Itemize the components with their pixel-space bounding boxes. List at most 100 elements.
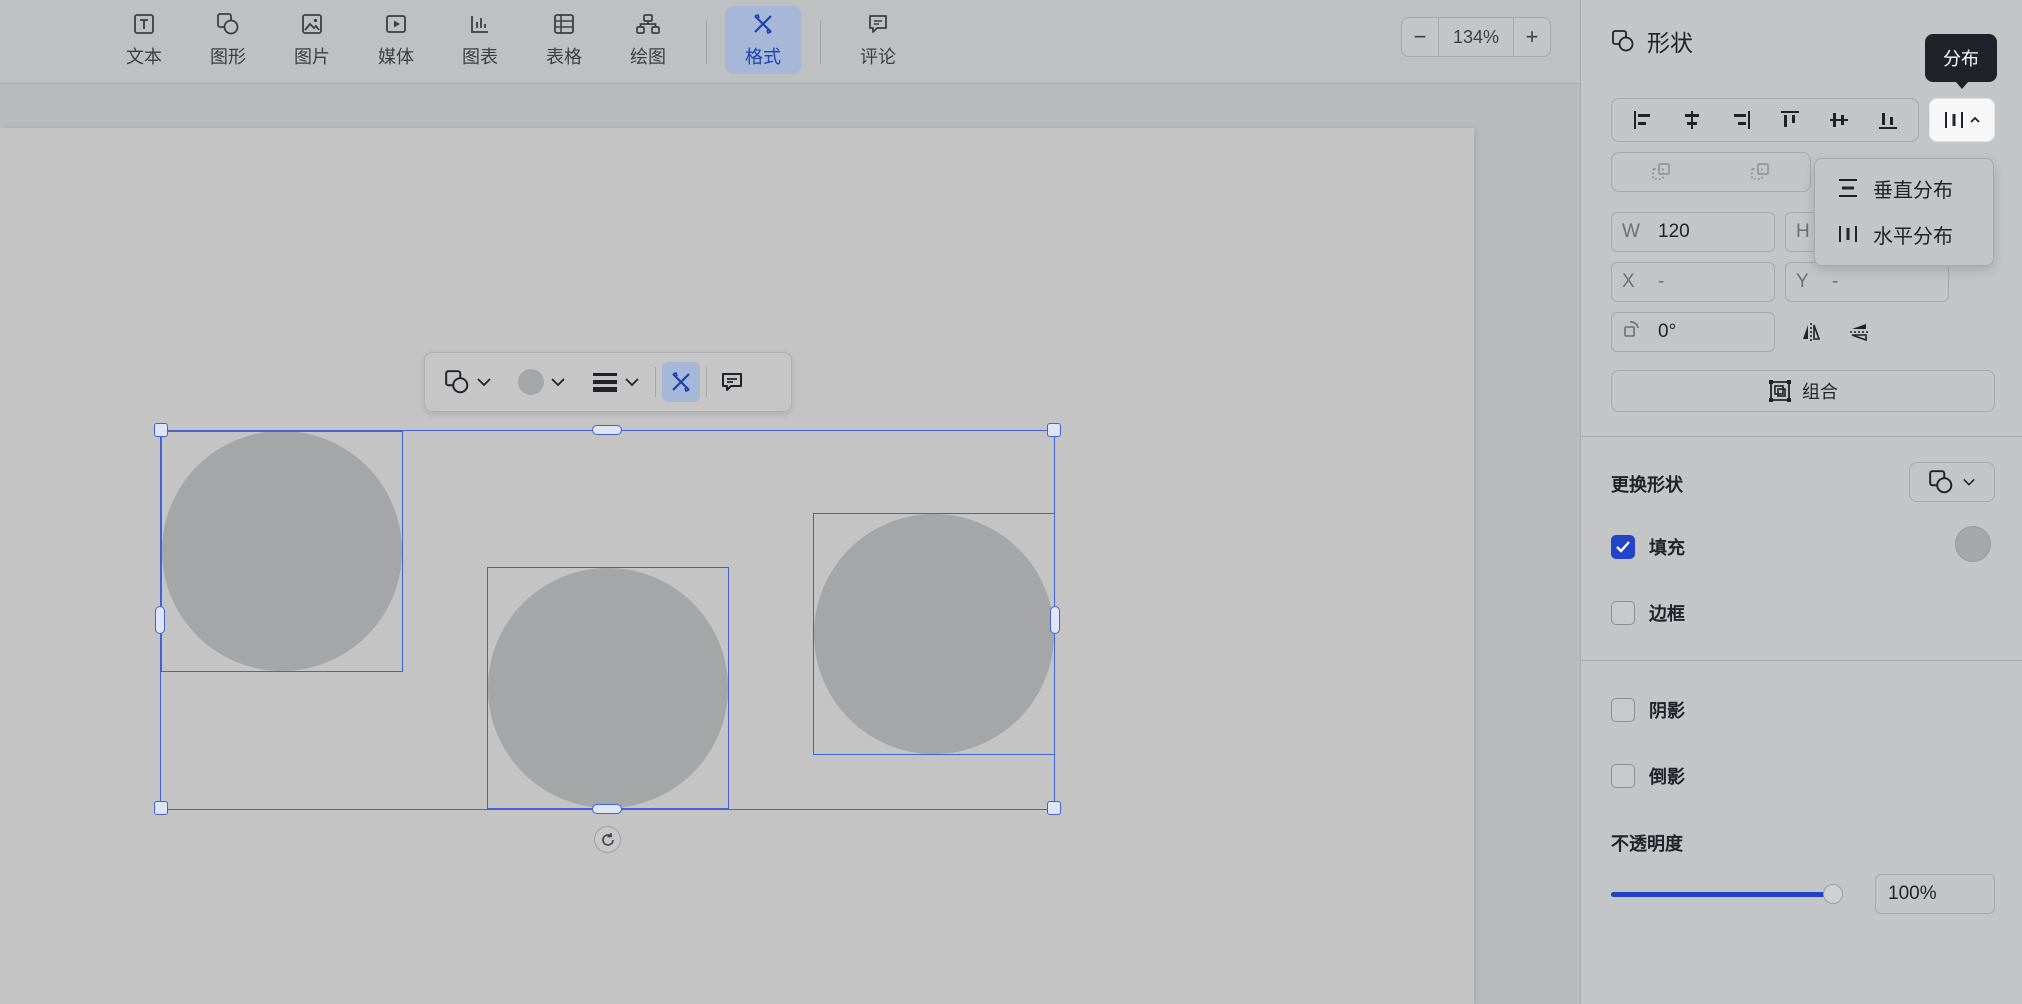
toolbar-divider [820, 20, 821, 64]
zoom-out-button[interactable]: − [1402, 18, 1438, 56]
toolbar-item-comment[interactable]: 评论 [840, 6, 916, 74]
chart-icon [467, 11, 493, 37]
distribute-horizontal-icon [1839, 226, 1857, 242]
fill-label: 填充 [1649, 538, 1685, 558]
minus-icon: − [1413, 24, 1427, 49]
rotate-icon [601, 832, 614, 846]
reflection-checkbox[interactable] [1611, 764, 1635, 788]
align-right-button[interactable] [1721, 102, 1761, 138]
comment-icon [865, 11, 891, 37]
opacity-input[interactable]: 100% [1875, 874, 1995, 914]
resize-handle-bottom-left[interactable] [154, 801, 168, 815]
toolbar-item-text[interactable]: 文本 [106, 6, 182, 74]
comment-icon [722, 373, 742, 391]
fill-row: 填充 [1611, 534, 1685, 560]
change-shape-dropdown[interactable] [1909, 462, 1995, 502]
align-bottom-button[interactable] [1868, 102, 1908, 138]
y-field[interactable]: Y - [1785, 262, 1949, 302]
comment-button[interactable] [713, 362, 751, 402]
align-left-button[interactable] [1623, 102, 1663, 138]
media-icon [383, 11, 409, 37]
zoom-level[interactable]: 134% [1438, 18, 1514, 56]
panel-header: 形状 [1611, 24, 1693, 58]
top-toolbar: 文本 图形 图片 媒体 图表 表格 绘图 格式 评论 − 134% + [0, 0, 1580, 84]
toolbar-item-label: 文本 [126, 47, 162, 67]
resize-handle-top-right[interactable] [1047, 423, 1061, 437]
align-toolbar [1611, 98, 1919, 142]
fill-color-dropdown[interactable] [509, 362, 575, 402]
resize-handle-left[interactable] [155, 606, 165, 634]
shape-type-dropdown[interactable] [435, 362, 501, 402]
group-button[interactable]: 组合 [1611, 370, 1995, 412]
align-center-horizontal-icon [1684, 111, 1699, 129]
resize-handle-top[interactable] [592, 425, 622, 435]
text-icon [131, 11, 157, 37]
resize-handle-top-left[interactable] [154, 423, 168, 437]
menu-item-vertical-distribute[interactable]: 垂直分布 [1823, 165, 1985, 211]
line-style-dropdown[interactable] [583, 362, 649, 402]
toolbar-item-label: 图片 [294, 47, 330, 67]
width-label: W [1622, 221, 1640, 242]
align-center-vertical-icon [1829, 113, 1848, 127]
section-divider [1581, 436, 2022, 437]
menu-item-horizontal-distribute[interactable]: 水平分布 [1823, 211, 1985, 257]
resize-handle-bottom[interactable] [592, 804, 622, 814]
align-center-h-button[interactable] [1672, 102, 1712, 138]
width-field[interactable]: W 120 [1611, 212, 1775, 252]
image-icon [299, 11, 325, 37]
toolbar-item-diagram[interactable]: 绘图 [610, 6, 686, 74]
chevron-down-icon [1963, 478, 1975, 486]
align-left-icon [1633, 111, 1650, 129]
rotate-handle[interactable] [594, 826, 621, 853]
opacity-slider-fill [1611, 892, 1833, 897]
shape-icon [1612, 30, 1634, 52]
format-button[interactable] [662, 362, 700, 402]
opacity-slider-handle[interactable] [1823, 884, 1843, 904]
shadow-label: 阴影 [1649, 701, 1685, 721]
flip-vertical-button[interactable] [1839, 314, 1879, 350]
toolbar-item-label: 图形 [210, 47, 246, 67]
toolbar-item-format[interactable]: 格式 [725, 6, 801, 74]
fill-color-swatch[interactable] [1955, 526, 1991, 562]
bring-forward-button[interactable] [1642, 154, 1682, 190]
group-selection-box [160, 430, 1055, 810]
distribute-menu: 垂直分布 水平分布 [1814, 158, 1994, 266]
arrange-toolbar [1611, 152, 1811, 192]
toolbar-item-media[interactable]: 媒体 [358, 6, 434, 74]
chevron-up-icon [1970, 116, 1980, 123]
align-middle-button[interactable] [1819, 102, 1859, 138]
resize-handle-bottom-right[interactable] [1047, 801, 1061, 815]
group-button-label: 组合 [1802, 382, 1838, 402]
rotation-field[interactable]: 0° [1611, 312, 1775, 352]
align-top-button[interactable] [1770, 102, 1810, 138]
chevron-down-icon [625, 378, 639, 387]
border-checkbox[interactable] [1611, 601, 1635, 625]
zoom-control: − 134% + [1401, 17, 1551, 57]
tooltip: 分布 [1925, 34, 1997, 89]
change-shape-label: 更换形状 [1611, 475, 1683, 495]
distribute-button[interactable] [1929, 98, 1995, 142]
toolbar-item-image[interactable]: 图片 [274, 6, 350, 74]
send-backward-button[interactable] [1741, 154, 1781, 190]
resize-handle-right[interactable] [1050, 606, 1060, 634]
shape-icon [215, 11, 241, 37]
chevron-down-icon [551, 378, 565, 387]
align-top-icon [1780, 111, 1799, 127]
layer-backward-icon [1750, 163, 1769, 180]
rotation-icon [1622, 319, 1658, 345]
plus-icon: + [1525, 24, 1539, 49]
zoom-in-button[interactable]: + [1514, 18, 1550, 56]
toolbar-item-table[interactable]: 表格 [526, 6, 602, 74]
reflection-label: 倒影 [1649, 767, 1685, 787]
width-value: 120 [1658, 221, 1690, 242]
x-field[interactable]: X - [1611, 262, 1775, 302]
fill-checkbox[interactable] [1611, 535, 1635, 559]
flip-horizontal-button[interactable] [1791, 314, 1831, 350]
toolbar-item-chart[interactable]: 图表 [442, 6, 518, 74]
toolbar-item-shape[interactable]: 图形 [190, 6, 266, 74]
shape-icon [445, 370, 469, 394]
floating-toolbar-divider [655, 367, 656, 397]
shadow-checkbox[interactable] [1611, 698, 1635, 722]
x-value: - [1658, 271, 1665, 292]
y-label: Y [1796, 271, 1809, 292]
